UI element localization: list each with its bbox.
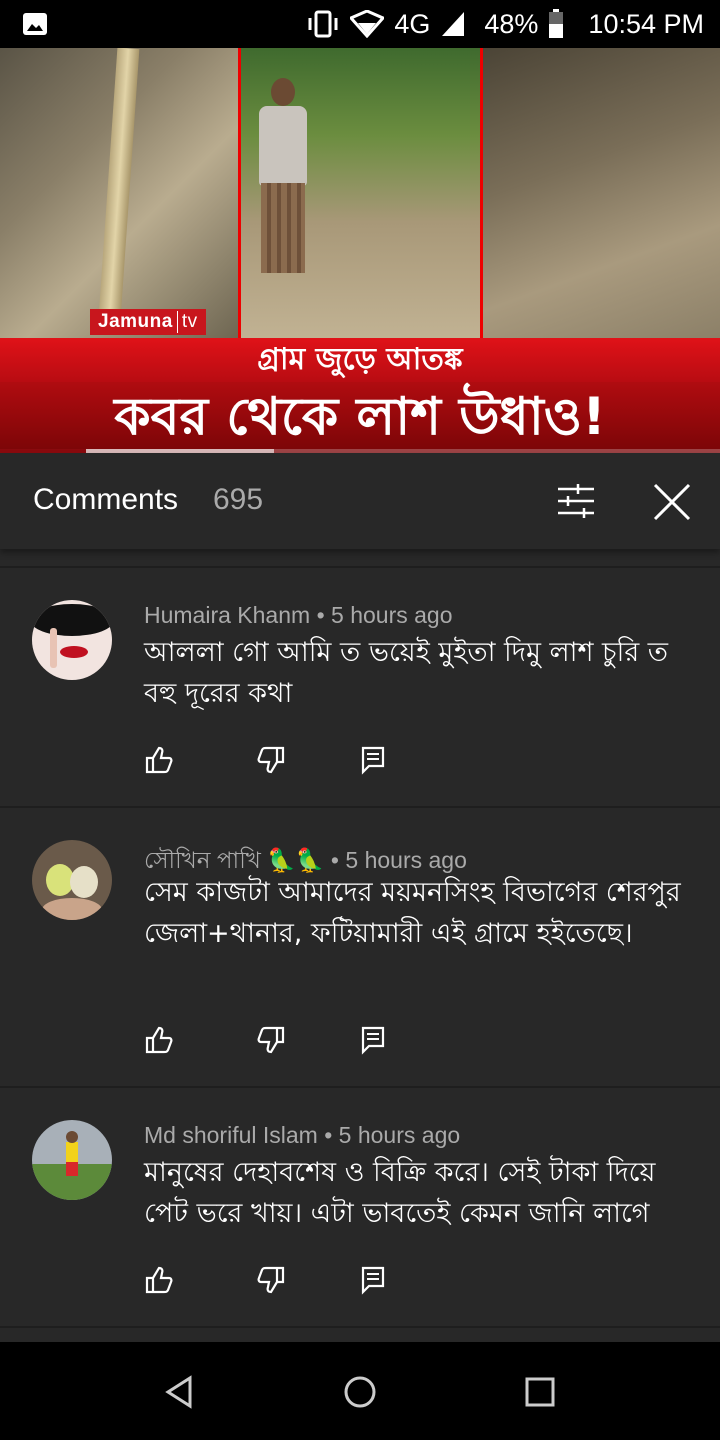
- avatar[interactable]: [32, 600, 112, 680]
- back-icon[interactable]: [162, 1374, 198, 1410]
- comment-author[interactable]: Md shoriful Islam: [144, 1122, 318, 1148]
- dislike-icon[interactable]: [256, 745, 286, 775]
- battery-icon: [548, 9, 564, 39]
- like-icon[interactable]: [144, 745, 174, 775]
- reply-icon[interactable]: [358, 745, 388, 775]
- comments-header: Comments 695: [0, 453, 720, 549]
- comment-actions: [144, 745, 404, 775]
- channel-logo: Jamuna tv: [90, 309, 206, 335]
- clock: 10:54 PM: [588, 8, 704, 39]
- news-banner-headline: কবর থেকে লাশ উধাও!: [0, 382, 720, 453]
- comment-time: 5 hours ago: [331, 602, 453, 628]
- signal-icon: [440, 10, 466, 38]
- comment-author[interactable]: Humaira Khanm: [144, 602, 310, 628]
- reply-icon[interactable]: [358, 1265, 388, 1295]
- dislike-icon[interactable]: [256, 1265, 286, 1295]
- comments-count: 695: [213, 483, 264, 516]
- battery-percent: 48%: [484, 8, 539, 39]
- comment-item: Md shoriful Islam • 5 hours ago মানুষের …: [0, 1088, 720, 1326]
- status-bar: 4G 48% 10:54 PM: [0, 0, 720, 48]
- home-icon[interactable]: [342, 1374, 378, 1410]
- gallery-icon: [23, 13, 47, 35]
- close-icon[interactable]: [652, 482, 692, 522]
- video-frame-left: [0, 48, 238, 338]
- comment-text: সেম কাজটা আমাদের ময়মনসিংহ বিভাগের শেরপু…: [144, 877, 681, 949]
- comment-list[interactable]: Humaira Khanm • 5 hours ago আললা গো আমি …: [0, 566, 720, 1340]
- news-banner-subtitle: গ্রাম জুড়ে আতঙ্ক: [0, 338, 720, 382]
- wifi-icon: [350, 10, 385, 38]
- comment-time: 5 hours ago: [338, 1122, 461, 1148]
- network-type: 4G: [394, 8, 431, 39]
- comment-text: মানুষের দেহাবশেষ ও বিক্রি করে। সেই টাকা …: [144, 1157, 656, 1229]
- comment-time: 5 hours ago: [345, 847, 467, 873]
- like-icon[interactable]: [144, 1265, 174, 1295]
- comment-item: Humaira Khanm • 5 hours ago আললা গো আমি …: [0, 568, 720, 806]
- avatar[interactable]: [32, 1120, 112, 1200]
- comment-meta: Md shoriful Islam • 5 hours ago: [144, 1122, 461, 1148]
- reply-icon[interactable]: [358, 1025, 388, 1055]
- video-frame-right: [483, 48, 720, 338]
- comment-author[interactable]: সৌখিন পাখি 🦜🦜: [144, 847, 325, 873]
- sort-icon[interactable]: [556, 483, 596, 519]
- comment-actions: [144, 1025, 404, 1055]
- dislike-icon[interactable]: [256, 1025, 286, 1055]
- like-icon[interactable]: [144, 1025, 174, 1055]
- video-player[interactable]: Jamuna tv গ্রাম জুড়ে আতঙ্ক কবর থেকে লাশ …: [0, 48, 720, 453]
- avatar[interactable]: [32, 840, 112, 920]
- comment-actions: [144, 1265, 404, 1295]
- video-frame-center: [241, 48, 480, 338]
- vibrate-icon: [306, 10, 340, 38]
- comment-text: আললা গো আমি ত ভয়েই মুইতা দিমু লাশ চুরি …: [144, 637, 669, 709]
- navigation-bar: [0, 1342, 720, 1440]
- comment-item: সৌখিন পাখি 🦜🦜 • 5 hours ago সেম কাজটা আম…: [0, 808, 720, 1086]
- comments-title: Comments: [33, 483, 179, 516]
- comment-meta: Humaira Khanm • 5 hours ago: [144, 602, 453, 628]
- recents-icon[interactable]: [522, 1374, 558, 1410]
